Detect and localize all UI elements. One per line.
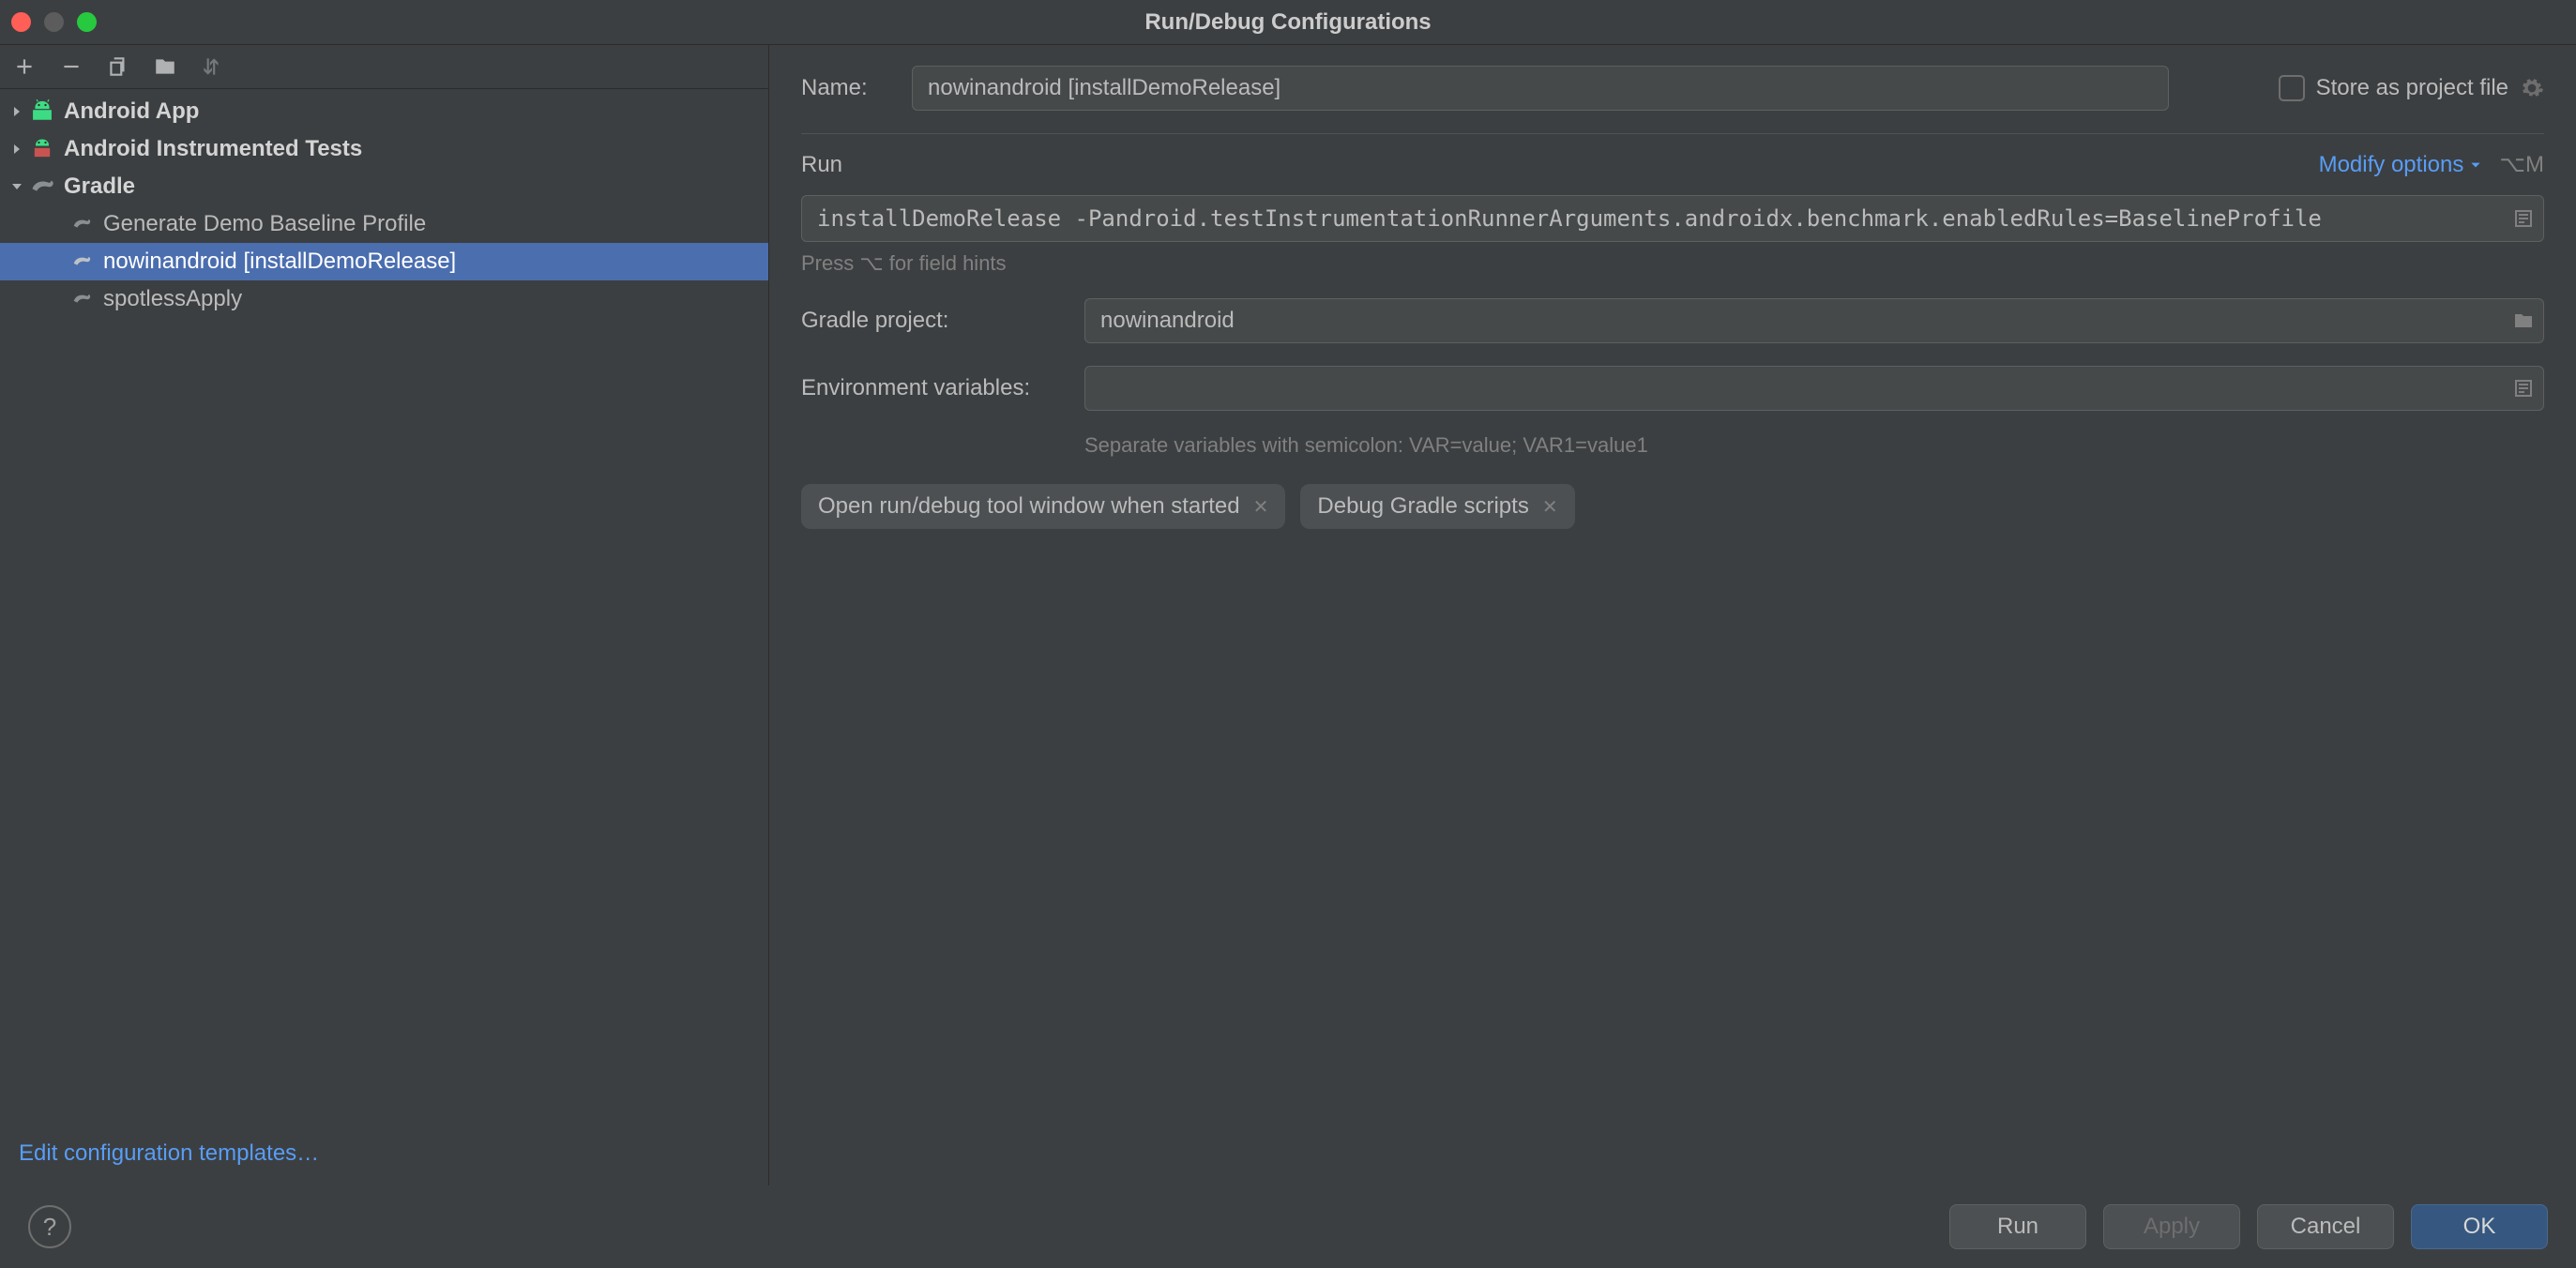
run-label: Run <box>1997 1214 2038 1240</box>
remove-configuration-button[interactable] <box>53 53 90 81</box>
tree-item-spotless-apply[interactable]: spotlessApply <box>0 280 768 318</box>
tree-group-android-tests[interactable]: Android Instrumented Tests <box>0 130 768 168</box>
store-as-project-file-checkbox[interactable] <box>2279 75 2305 101</box>
gradle-task-icon <box>68 211 96 237</box>
minimize-window-button[interactable] <box>44 12 64 32</box>
modify-options-shortcut: ⌥M <box>2499 151 2544 178</box>
titlebar: Run/Debug Configurations <box>0 0 2576 45</box>
sidebar: Android App Android Instrumented Tests <box>0 45 769 1185</box>
tasks-input-wrap <box>801 195 2544 242</box>
cancel-label: Cancel <box>2291 1214 2361 1240</box>
main-area: Android App Android Instrumented Tests <box>0 45 2576 1185</box>
env-vars-input[interactable] <box>1084 366 2544 411</box>
apply-button[interactable]: Apply <box>2103 1204 2240 1249</box>
expand-field-icon[interactable] <box>2512 207 2535 230</box>
save-configuration-button[interactable] <box>146 53 184 81</box>
help-button[interactable]: ? <box>28 1205 71 1248</box>
ok-label: OK <box>2463 1214 2496 1240</box>
run-button[interactable]: Run <box>1949 1204 2086 1249</box>
chevron-down-icon <box>2469 158 2482 172</box>
traffic-lights <box>11 12 97 32</box>
option-chips: Open run/debug tool window when started … <box>801 484 2544 529</box>
name-row: Name: Store as project file <box>801 66 2544 111</box>
ok-button[interactable]: OK <box>2411 1204 2548 1249</box>
run-section-title: Run <box>801 152 842 178</box>
sidebar-footer: Edit configuration templates… <box>0 1122 768 1185</box>
env-vars-row: Environment variables: <box>801 366 2544 411</box>
gradle-task-icon <box>68 249 96 275</box>
tasks-hint: Press ⌥ for field hints <box>801 251 2544 276</box>
folder-save-icon <box>153 54 177 79</box>
minus-icon <box>59 54 83 79</box>
add-configuration-button[interactable] <box>6 53 43 81</box>
close-window-button[interactable] <box>11 12 31 32</box>
window-title: Run/Debug Configurations <box>1144 9 1431 36</box>
gradle-project-label: Gradle project: <box>801 308 1084 334</box>
chip-label: Open run/debug tool window when started <box>818 493 1240 520</box>
gear-icon[interactable] <box>2520 76 2544 100</box>
edit-templates-link[interactable]: Edit configuration templates… <box>19 1140 319 1166</box>
chip-label: Debug Gradle scripts <box>1317 493 1528 520</box>
chip-remove-icon[interactable]: ✕ <box>1253 495 1269 519</box>
gradle-project-row: Gradle project: <box>801 298 2544 343</box>
chip-remove-icon[interactable]: ✕ <box>1542 495 1558 519</box>
tree-group-gradle[interactable]: Gradle <box>0 168 768 205</box>
folder-browse-icon[interactable] <box>2512 309 2535 332</box>
help-label: ? <box>43 1213 56 1242</box>
env-vars-label: Environment variables: <box>801 375 1084 401</box>
tree-group-label: Gradle <box>64 174 135 200</box>
divider <box>801 133 2544 134</box>
dialog-window: Run/Debug Configurations <box>0 0 2576 1268</box>
chip-debug-gradle-scripts[interactable]: Debug Gradle scripts ✕ <box>1300 484 1574 529</box>
tree-item-generate-baseline[interactable]: Generate Demo Baseline Profile <box>0 205 768 243</box>
run-section-header: Run Modify options ⌥M <box>801 151 2544 178</box>
cancel-button[interactable]: Cancel <box>2257 1204 2394 1249</box>
tree-group-android-app[interactable]: Android App <box>0 93 768 130</box>
tree-group-label: Android App <box>64 98 199 125</box>
name-input[interactable] <box>912 66 2169 111</box>
modify-options-group: Modify options ⌥M <box>2319 151 2544 178</box>
tree-item-label: nowinandroid [installDemoRelease] <box>103 249 456 275</box>
env-vars-hint: Separate variables with semicolon: VAR=v… <box>1084 433 2544 458</box>
apply-label: Apply <box>2144 1214 2200 1240</box>
copy-icon <box>106 54 130 79</box>
tree-item-install-demo-release[interactable]: nowinandroid [installDemoRelease] <box>0 243 768 280</box>
sort-configurations-button[interactable] <box>193 53 231 81</box>
plus-icon <box>12 54 37 79</box>
chevron-right-icon <box>8 140 26 158</box>
content-panel: Name: Store as project file Run Modify o… <box>769 45 2576 1185</box>
chevron-down-icon <box>8 177 26 196</box>
tree-item-label: spotlessApply <box>103 286 242 312</box>
gradle-task-icon <box>68 286 96 312</box>
expand-field-icon[interactable] <box>2512 377 2535 400</box>
tree-group-label: Android Instrumented Tests <box>64 136 362 162</box>
sidebar-toolbar <box>0 45 768 89</box>
android-test-icon <box>28 136 56 162</box>
android-icon <box>28 98 56 125</box>
gradle-project-input[interactable] <box>1084 298 2544 343</box>
tasks-input[interactable] <box>801 195 2544 242</box>
copy-configuration-button[interactable] <box>99 53 137 81</box>
modify-options-link[interactable]: Modify options <box>2319 152 2483 178</box>
tree-item-label: Generate Demo Baseline Profile <box>103 211 426 237</box>
chip-open-tool-window[interactable]: Open run/debug tool window when started … <box>801 484 1285 529</box>
configuration-tree: Android App Android Instrumented Tests <box>0 89 768 1122</box>
gradle-icon <box>28 174 56 200</box>
store-as-project-file-label: Store as project file <box>2316 75 2508 101</box>
store-as-project-file-group: Store as project file <box>2279 75 2544 101</box>
chevron-right-icon <box>8 102 26 121</box>
button-bar: ? Run Apply Cancel OK <box>0 1185 2576 1268</box>
maximize-window-button[interactable] <box>77 12 97 32</box>
sort-icon <box>200 54 224 79</box>
name-label: Name: <box>801 75 886 101</box>
modify-options-label: Modify options <box>2319 152 2464 178</box>
